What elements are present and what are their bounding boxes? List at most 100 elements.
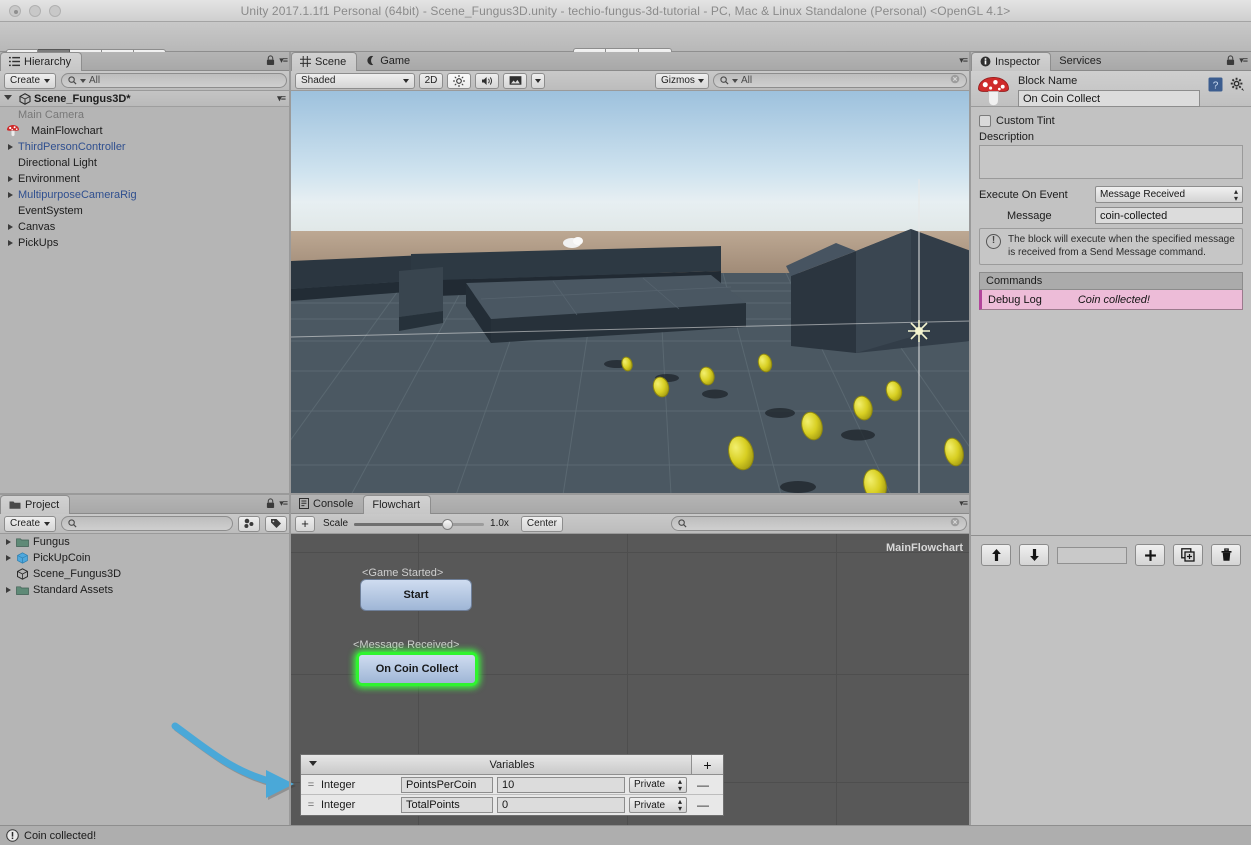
- project-filter-type-button[interactable]: [238, 515, 260, 532]
- hierarchy-item-pickups[interactable]: PickUps: [0, 235, 291, 251]
- tab-flowchart[interactable]: Flowchart: [363, 495, 432, 514]
- execute-on-event-dropdown[interactable]: Message Received ▴ ▾: [1095, 186, 1243, 203]
- hierarchy-menu-icon[interactable]: ▾≡: [279, 55, 288, 66]
- variable-name-input[interactable]: TotalPoints: [401, 797, 493, 813]
- chevron-down-icon[interactable]: [4, 94, 12, 103]
- project-search-input[interactable]: [61, 516, 233, 531]
- splitter-scene-flowchart[interactable]: [291, 493, 969, 495]
- scene-effects-dropdown[interactable]: [531, 72, 545, 89]
- flowchart-center-button[interactable]: Center: [520, 515, 563, 532]
- delete-command-button[interactable]: [1211, 544, 1241, 566]
- chevron-right-icon[interactable]: [6, 539, 11, 545]
- move-command-up-button[interactable]: [981, 544, 1011, 566]
- splitter-left[interactable]: [289, 52, 291, 825]
- tab-scene[interactable]: Scene: [291, 52, 358, 71]
- drag-handle-icon[interactable]: =: [305, 779, 317, 791]
- chevron-right-icon[interactable]: [8, 240, 13, 246]
- tab-project[interactable]: Project: [0, 495, 71, 514]
- clear-search-icon[interactable]: [950, 74, 960, 84]
- variable-value-input[interactable]: 0: [497, 797, 625, 813]
- move-command-down-button[interactable]: [1019, 544, 1049, 566]
- hierarchy-item-canvas[interactable]: Canvas: [0, 219, 291, 235]
- tab-inspector[interactable]: Inspector: [971, 52, 1052, 71]
- flowchart-block-start[interactable]: Start: [360, 579, 472, 611]
- remove-variable-button[interactable]: —: [697, 798, 709, 812]
- splitter-right[interactable]: [969, 52, 971, 825]
- flowchart-block-on-coin-collect[interactable]: On Coin Collect: [356, 652, 478, 686]
- duplicate-command-button[interactable]: [1173, 544, 1203, 566]
- add-command-button[interactable]: [1135, 544, 1165, 566]
- flowchart-search-input[interactable]: [671, 516, 967, 531]
- hierarchy-scene-menu-icon[interactable]: ▾≡: [277, 93, 286, 104]
- scene-effects-button[interactable]: [503, 72, 527, 89]
- help-book-icon[interactable]: ?: [1208, 77, 1223, 92]
- variable-scope-dropdown[interactable]: Private ▴ ▾: [629, 776, 687, 793]
- inspector-menu-icon[interactable]: ▾≡: [1239, 55, 1248, 66]
- variable-row[interactable]: = Integer TotalPoints 0 Private ▴ ▾ —: [301, 795, 723, 815]
- command-row-debug-log[interactable]: Debug Log Coin collected!: [979, 290, 1243, 310]
- variable-value-input[interactable]: 10: [497, 776, 625, 793]
- hierarchy-create-button[interactable]: Create: [4, 72, 56, 89]
- scene-lighting-toggle[interactable]: [447, 72, 471, 89]
- flowchart-add-block-button[interactable]: +: [295, 515, 315, 532]
- project-filter-label-button[interactable]: [265, 515, 287, 532]
- lock-icon[interactable]: [1226, 55, 1235, 66]
- hierarchy-item-environment[interactable]: Environment: [0, 171, 291, 187]
- chevron-right-icon[interactable]: [8, 224, 13, 230]
- tab-console[interactable]: Console: [291, 494, 363, 513]
- project-item-scene-fungus3d[interactable]: Scene_Fungus3D: [0, 566, 291, 582]
- project-create-button[interactable]: Create: [4, 515, 56, 532]
- scene-draw-mode-button[interactable]: Shaded: [295, 72, 415, 89]
- tab-game[interactable]: Game: [357, 51, 420, 70]
- project-item-pickupcoin[interactable]: PickUpCoin: [0, 550, 291, 566]
- scene-2d-toggle[interactable]: 2D: [419, 72, 443, 89]
- scene-search-input[interactable]: All: [713, 73, 967, 88]
- chevron-right-icon[interactable]: [6, 587, 11, 593]
- chevron-right-icon[interactable]: [6, 555, 11, 561]
- flowchart-scale-slider[interactable]: [354, 517, 485, 531]
- scene-menu-icon[interactable]: ▾≡: [959, 55, 968, 66]
- block-name-input[interactable]: On Coin Collect: [1018, 90, 1200, 107]
- project-item-fungus[interactable]: Fungus: [0, 534, 291, 550]
- clear-search-icon[interactable]: [950, 517, 960, 527]
- lock-icon[interactable]: [266, 498, 275, 509]
- remove-variable-button[interactable]: —: [697, 778, 709, 792]
- scene-gizmos-button[interactable]: Gizmos: [655, 72, 709, 89]
- variables-header[interactable]: Variables +: [301, 755, 723, 775]
- message-input[interactable]: coin-collected: [1095, 207, 1243, 224]
- variable-row[interactable]: = Integer PointsPerCoin 10 Private ▴ ▾ —: [301, 775, 723, 795]
- add-variable-button[interactable]: +: [691, 755, 723, 774]
- status-bar[interactable]: Coin collected!: [0, 825, 1251, 845]
- hierarchy-item-multipurposecamerarig[interactable]: MultipurposeCameraRig: [0, 187, 291, 203]
- tab-services[interactable]: Services: [1051, 51, 1111, 70]
- hierarchy-item-directional-light[interactable]: Directional Light: [0, 155, 291, 171]
- hierarchy-search-input[interactable]: All: [61, 73, 287, 88]
- flowchart-menu-icon[interactable]: ▾≡: [959, 498, 968, 509]
- hierarchy-scene-row[interactable]: Scene_Fungus3D* ▾≡: [0, 91, 291, 107]
- tab-project-label: Project: [25, 498, 60, 511]
- variable-scope-dropdown[interactable]: Private ▴ ▾: [629, 797, 687, 813]
- scale-slider-handle[interactable]: [442, 518, 454, 530]
- chevron-right-icon[interactable]: [8, 144, 13, 150]
- gear-icon[interactable]: [1230, 77, 1245, 92]
- description-input[interactable]: [979, 145, 1243, 179]
- drag-handle-icon[interactable]: =: [305, 799, 317, 811]
- custom-tint-checkbox[interactable]: [979, 115, 991, 127]
- fungus-mushroom-icon: [978, 77, 1009, 106]
- lock-icon[interactable]: [266, 55, 275, 66]
- scene-viewport[interactable]: y x z < Persp Persp: [291, 91, 971, 495]
- project-item-standard-assets[interactable]: Standard Assets: [0, 582, 291, 598]
- splitter-hierarchy-project[interactable]: [0, 493, 289, 495]
- hierarchy-item-thirdpersoncontroller[interactable]: ThirdPersonController: [0, 139, 291, 155]
- tab-hierarchy[interactable]: Hierarchy: [0, 52, 83, 71]
- hierarchy-item-eventsystem[interactable]: EventSystem: [0, 203, 291, 219]
- hierarchy-item-mainflowchart[interactable]: MainFlowchart: [0, 123, 291, 139]
- command-search-input[interactable]: [1057, 546, 1127, 564]
- variable-name-input[interactable]: PointsPerCoin: [401, 776, 493, 793]
- chevron-right-icon[interactable]: [8, 176, 13, 182]
- project-menu-icon[interactable]: ▾≡: [279, 498, 288, 509]
- chevron-right-icon[interactable]: [8, 192, 13, 198]
- hierarchy-item-main-camera[interactable]: Main Camera: [0, 107, 291, 123]
- custom-tint-row[interactable]: Custom Tint: [979, 115, 1243, 127]
- scene-audio-toggle[interactable]: [475, 72, 499, 89]
